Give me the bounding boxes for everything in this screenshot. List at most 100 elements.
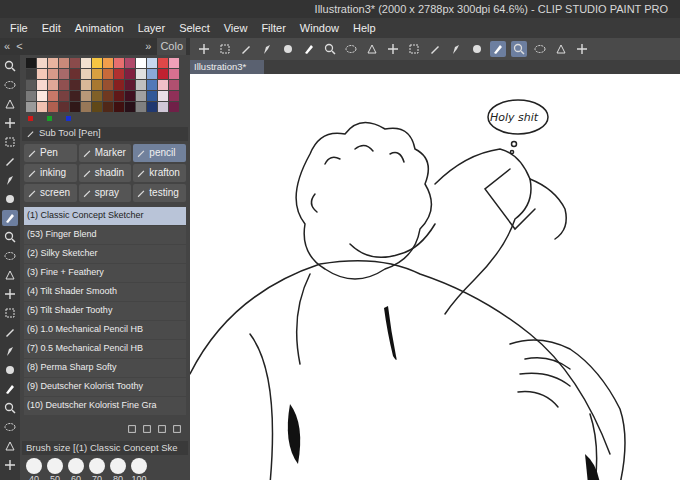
color-swatch[interactable]	[48, 58, 58, 68]
color-swatch[interactable]	[125, 69, 135, 79]
color-swatch[interactable]	[37, 80, 47, 90]
tool-button[interactable]	[2, 343, 18, 359]
brush-item[interactable]: (1) Classic Concept Sketcher	[24, 207, 186, 225]
command-button[interactable]	[427, 41, 443, 57]
drawing-canvas[interactable]: Holy shit	[190, 74, 680, 480]
color-swatch[interactable]	[92, 91, 102, 101]
color-swatch[interactable]	[147, 69, 157, 79]
color-swatch[interactable]	[70, 91, 80, 101]
color-swatch[interactable]	[81, 58, 91, 68]
color-swatch[interactable]	[59, 91, 69, 101]
primary-swatch[interactable]	[28, 116, 33, 121]
sub-tool-group[interactable]: krafton	[133, 164, 186, 182]
brush-item[interactable]: (4) Tilt Shader Smooth	[24, 283, 186, 301]
command-button[interactable]	[532, 41, 548, 57]
color-swatch[interactable]	[103, 91, 113, 101]
command-button[interactable]	[385, 41, 401, 57]
command-button[interactable]	[574, 41, 590, 57]
brush-size[interactable]: 100	[131, 458, 147, 480]
command-button[interactable]	[406, 41, 422, 57]
color-swatch[interactable]	[48, 69, 58, 79]
tool-button[interactable]	[2, 267, 18, 283]
color-swatch[interactable]	[81, 69, 91, 79]
color-swatch[interactable]	[158, 69, 168, 79]
tool-button[interactable]	[2, 362, 18, 378]
document-tab[interactable]: Illustration3*	[190, 60, 264, 74]
color-swatch[interactable]	[158, 102, 168, 112]
brush-item[interactable]: (8) Perma Sharp Softy	[24, 359, 186, 377]
tool-button[interactable]	[2, 77, 18, 93]
brush-item[interactable]: (9) Deutscher Kolorist Toothy	[24, 378, 186, 396]
color-swatch[interactable]	[114, 91, 124, 101]
tool-button[interactable]	[2, 419, 18, 435]
color-swatch[interactable]	[37, 102, 47, 112]
color-swatch[interactable]	[70, 80, 80, 90]
color-swatch[interactable]	[81, 91, 91, 101]
back-button[interactable]: <	[16, 38, 22, 55]
command-button[interactable]	[280, 41, 296, 57]
command-button[interactable]	[259, 41, 275, 57]
menu-item[interactable]: Filter	[261, 20, 285, 37]
color-swatch[interactable]	[92, 58, 102, 68]
color-swatch[interactable]	[59, 102, 69, 112]
command-button[interactable]	[364, 41, 380, 57]
sub-tool-group[interactable]: pencil	[133, 144, 186, 162]
color-swatch[interactable]	[147, 80, 157, 90]
menu-item[interactable]: Animation	[75, 20, 124, 37]
collapse-button[interactable]: «	[4, 38, 10, 55]
brush-size[interactable]: 50	[47, 458, 63, 480]
menu-item[interactable]: Edit	[42, 20, 61, 37]
menu-item[interactable]: Select	[179, 20, 210, 37]
command-button[interactable]	[196, 41, 212, 57]
color-swatch[interactable]	[26, 102, 36, 112]
color-swatch[interactable]	[26, 91, 36, 101]
color-swatch[interactable]	[92, 80, 102, 90]
brush-item[interactable]: (6) 1.0 Mechanical Pencil HB	[24, 321, 186, 339]
menu-item[interactable]: Window	[300, 20, 339, 37]
brush-item[interactable]: (53) Finger Blend	[24, 226, 186, 244]
color-swatch[interactable]	[136, 58, 146, 68]
sub-tool-group[interactable]: shadin	[79, 164, 132, 182]
color-swatch[interactable]	[169, 58, 179, 68]
tool-button[interactable]	[2, 58, 18, 74]
tool-button[interactable]	[2, 286, 18, 302]
color-swatch[interactable]	[136, 91, 146, 101]
command-button[interactable]	[511, 41, 527, 57]
color-swatch[interactable]	[81, 80, 91, 90]
color-swatch[interactable]	[81, 102, 91, 112]
color-swatch[interactable]	[158, 80, 168, 90]
tool-button[interactable]	[2, 153, 18, 169]
color-swatch[interactable]	[37, 91, 47, 101]
color-swatch[interactable]	[70, 58, 80, 68]
tool-button[interactable]	[2, 305, 18, 321]
color-swatch[interactable]	[136, 102, 146, 112]
command-button[interactable]	[301, 41, 317, 57]
brush-size[interactable]: 80	[110, 458, 126, 480]
color-swatch[interactable]	[114, 80, 124, 90]
sub-tool-group[interactable]: inking	[24, 164, 77, 182]
action-button[interactable]	[127, 420, 137, 437]
sub-tool-group[interactable]: spray	[79, 184, 132, 202]
color-tab[interactable]: Colo	[157, 38, 186, 55]
brush-item[interactable]: (2) Silky Sketcher	[24, 245, 186, 263]
color-swatch[interactable]	[125, 91, 135, 101]
sub-tool-group[interactable]: Marker	[79, 144, 132, 162]
color-swatch[interactable]	[26, 58, 36, 68]
color-swatch[interactable]	[169, 91, 179, 101]
command-button[interactable]	[343, 41, 359, 57]
sub-tool-group[interactable]: screen	[24, 184, 77, 202]
brush-item[interactable]: (10) Deutscher Kolorist Fine Gra	[24, 397, 186, 415]
brush-size[interactable]: 40	[26, 458, 42, 480]
color-swatch[interactable]	[125, 58, 135, 68]
color-swatch[interactable]	[92, 102, 102, 112]
tool-button[interactable]	[2, 438, 18, 454]
brush-item[interactable]: (3) Fine + Feathery	[24, 264, 186, 282]
color-swatch[interactable]	[158, 58, 168, 68]
color-swatch[interactable]	[114, 102, 124, 112]
command-button[interactable]	[469, 41, 485, 57]
color-swatch[interactable]	[48, 102, 58, 112]
color-swatch[interactable]	[48, 91, 58, 101]
color-swatch[interactable]	[158, 91, 168, 101]
sub-tool-group[interactable]: Pen	[24, 144, 77, 162]
tool-button[interactable]	[2, 229, 18, 245]
